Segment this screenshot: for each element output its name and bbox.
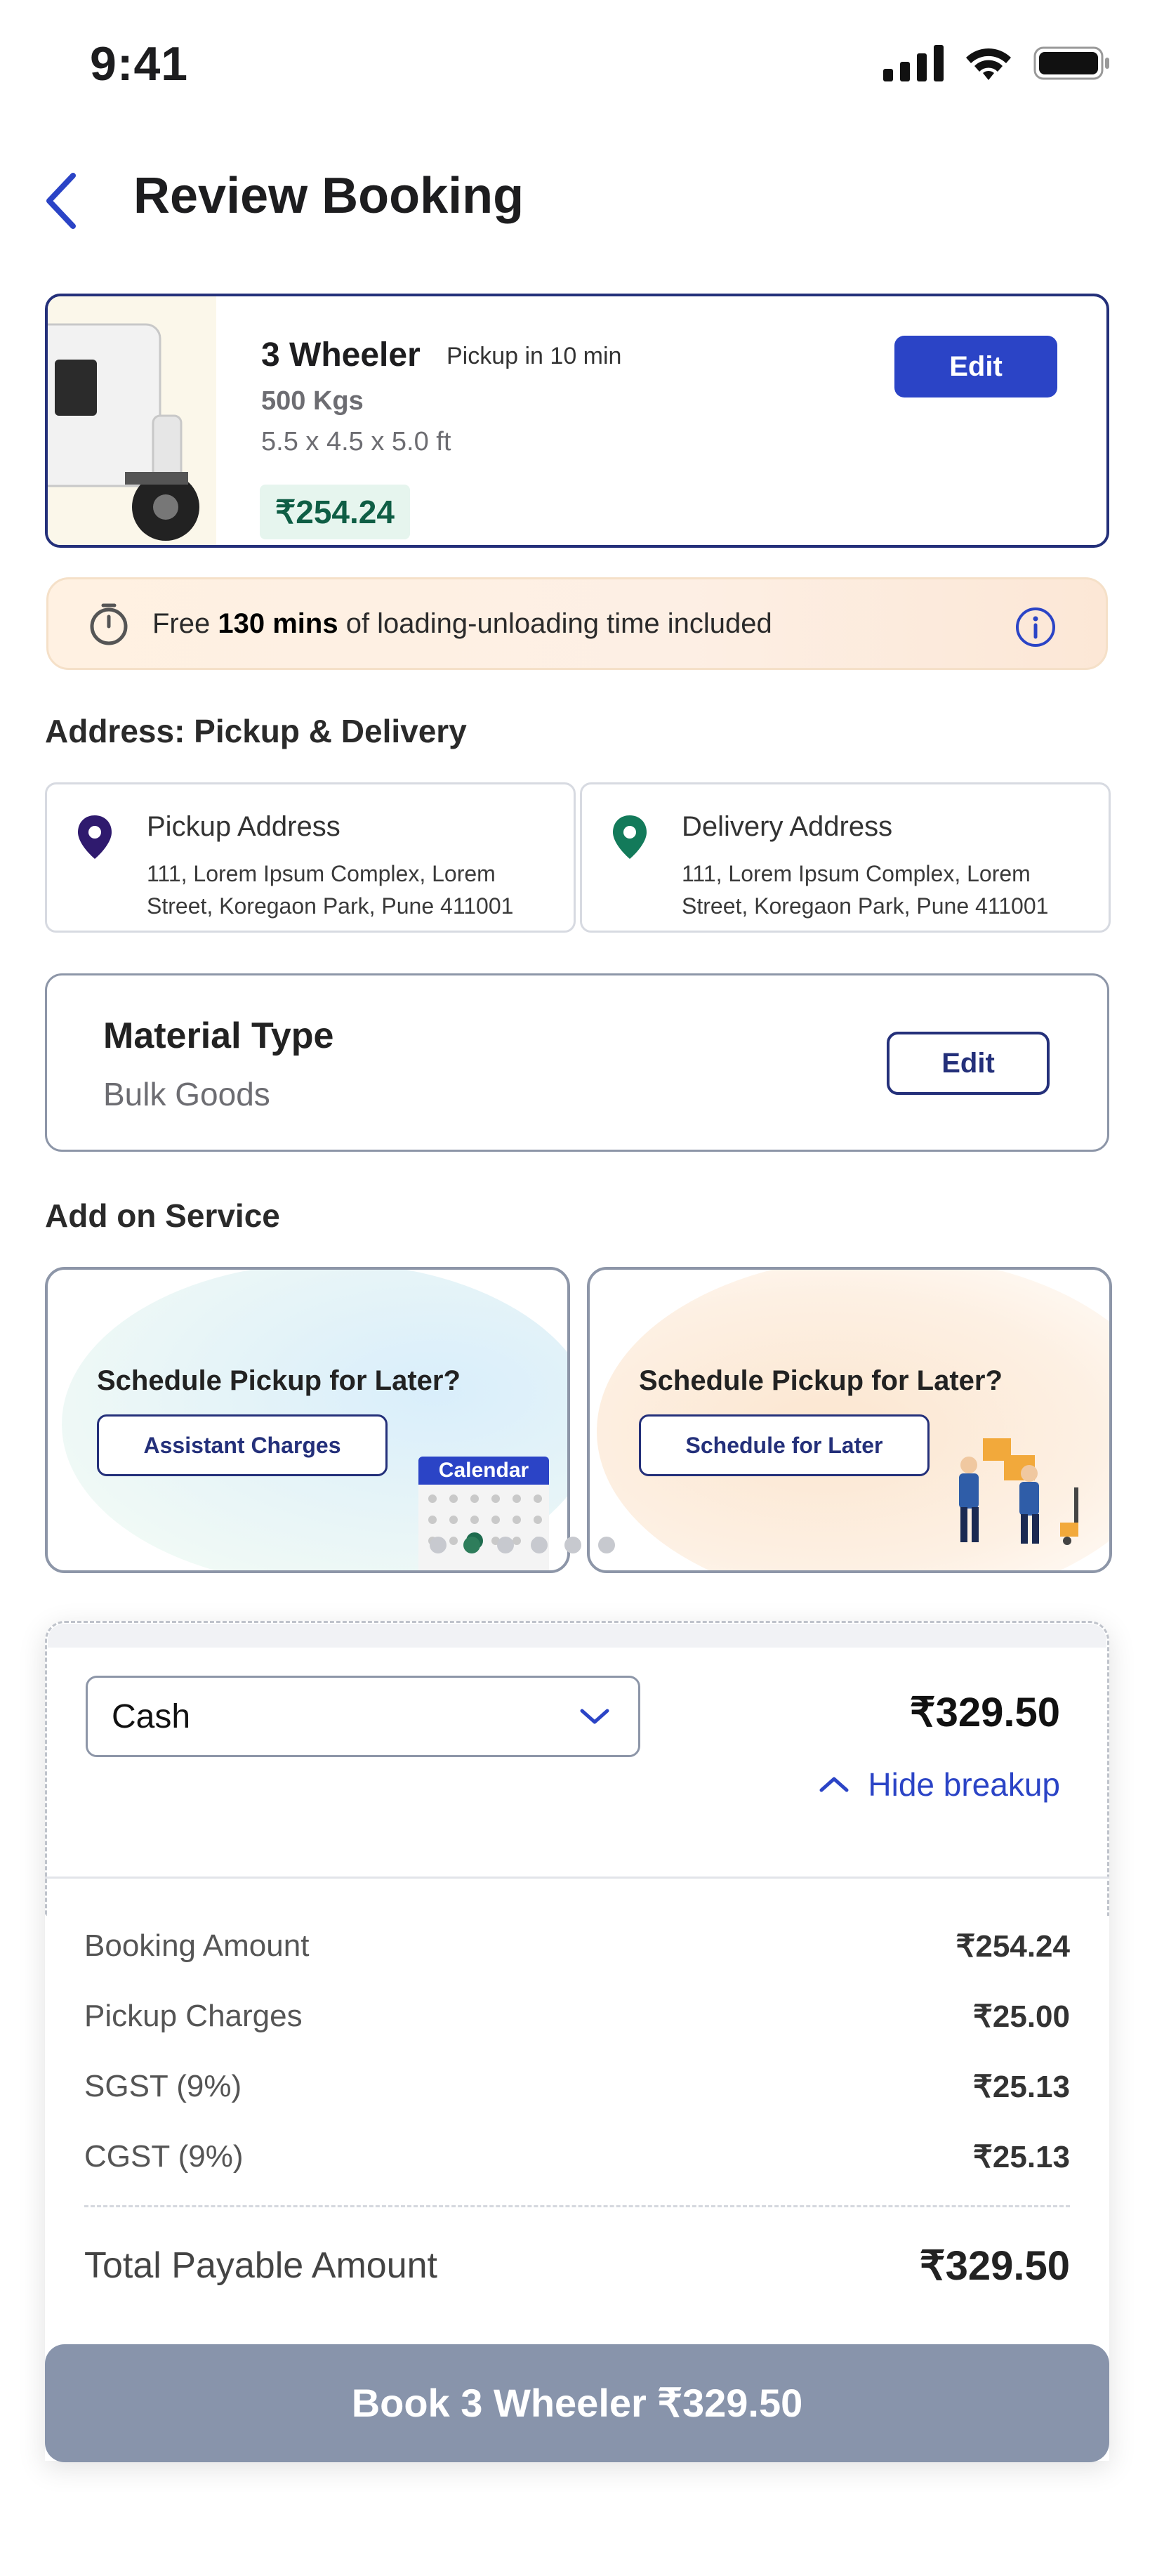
delivery-pin-icon [613,815,647,859]
sgst-label: SGST (9%) [84,2069,242,2103]
calendar-grid-icon [418,1485,549,1570]
schedule-later-button[interactable]: Schedule for Later [639,1414,930,1476]
booking-amount-label: Booking Amount [84,1928,310,1963]
assistant-charges-button[interactable]: Assistant Charges [97,1414,388,1476]
addon-card-schedule[interactable]: Schedule Pickup for Later? Schedule for … [587,1267,1112,1573]
chevron-up-icon [819,1777,849,1792]
calendar-badge: Calendar [418,1457,549,1485]
material-type-title: Material Type [103,1016,334,1056]
addon-card-assistant[interactable]: Schedule Pickup for Later? Assistant Cha… [45,1267,570,1573]
three-wheeler-icon [48,323,199,541]
delivery-address-label: Delivery Address [682,811,893,842]
edit-material-button[interactable]: Edit [887,1032,1050,1095]
carousel-dots [430,1537,615,1553]
delivery-address-text: 111, Lorem Ipsum Complex, Lorem Street, … [682,861,1049,919]
pickup-eta: Pickup in 10 min [447,343,622,369]
vehicle-dimensions: 5.5 x 4.5 x 5.0 ft [261,427,451,456]
status-time: 9:41 [90,37,189,91]
carousel-dot[interactable] [564,1537,581,1553]
sgst-value: ₹25.13 [972,2070,1070,2104]
breakup-divider [45,1877,1109,1879]
address-section-title: Address: Pickup & Delivery [45,713,467,749]
edit-vehicle-button[interactable]: Edit [894,336,1057,397]
payment-method-value: Cash [112,1697,191,1735]
vehicle-name: 3 Wheeler [261,336,421,374]
carousel-dot[interactable] [531,1537,548,1553]
carousel-dot[interactable] [430,1537,447,1553]
addon-card-title: Schedule Pickup for Later? [97,1365,461,1396]
total-divider [84,2205,1070,2207]
cgst-value: ₹25.13 [972,2140,1070,2174]
carousel-dot-active[interactable] [463,1537,480,1553]
hide-breakup-toggle[interactable]: Hide breakup [819,1766,1060,1803]
delivery-address-card[interactable]: Delivery Address 111, Lorem Ipsum Comple… [580,782,1111,933]
vehicle-capacity: 500 Kgs [261,386,364,416]
hide-breakup-label: Hide breakup [868,1766,1060,1803]
carousel-dot[interactable] [497,1537,514,1553]
battery-icon [1033,46,1109,80]
calendar-illustration: Calendar [418,1443,552,1570]
addon-section-title: Add on Service [45,1197,280,1234]
carousel-dot[interactable] [598,1537,615,1553]
panel-handle-strip [48,1624,1106,1648]
material-type-value: Bulk Goods [103,1076,270,1112]
payment-method-select[interactable]: Cash [86,1676,640,1757]
payment-total: ₹329.50 [909,1690,1060,1735]
chevron-down-icon [580,1709,609,1724]
signal-icon [883,45,944,81]
free-time-minutes: 130 mins [218,607,338,639]
payment-panel: Cash ₹329.50 Hide breakup [45,1621,1109,2461]
pickup-address-card[interactable]: Pickup Address 111, Lorem Ipsum Complex,… [45,782,576,933]
pickup-address-text: 111, Lorem Ipsum Complex, Lorem Street, … [147,861,514,919]
cgst-label: CGST (9%) [84,2139,244,2174]
free-time-info-bar: Free 130 mins of loading-unloading time … [46,577,1108,670]
stopwatch-icon [90,603,128,645]
addon-card-title: Schedule Pickup for Later? [639,1365,1003,1396]
page-title: Review Booking [133,168,524,224]
info-icon[interactable] [1014,606,1057,648]
free-time-text: Free 130 mins of loading-unloading time … [152,607,772,639]
pickup-pin-icon [78,815,112,859]
pickup-charges-label: Pickup Charges [84,1999,303,2033]
status-icons [883,45,1111,81]
movers-illustration [959,1438,1078,1545]
vehicle-image [48,296,216,545]
total-payable-value: ₹329.50 [919,2243,1070,2289]
material-type-card: Material Type Bulk Goods Edit [45,973,1109,1152]
vehicle-card: 3 Wheeler Pickup in 10 min 500 Kgs 5.5 x… [45,294,1109,548]
pickup-address-label: Pickup Address [147,811,341,842]
vehicle-price-badge: ₹254.24 [260,485,410,539]
book-vehicle-button[interactable]: Book 3 Wheeler ₹329.50 [45,2344,1109,2462]
back-chevron-icon[interactable] [39,167,81,235]
pickup-charges-value: ₹25.00 [972,1999,1070,2034]
wifi-icon [966,48,1011,80]
booking-amount-value: ₹254.24 [956,1929,1070,1964]
total-payable-label: Total Payable Amount [84,2245,437,2286]
